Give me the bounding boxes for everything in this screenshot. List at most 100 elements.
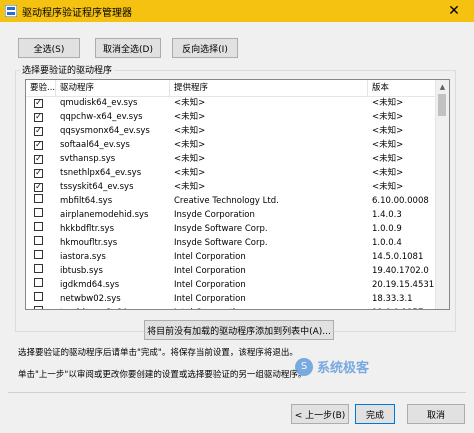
driver-version: 1.4.0.3 <box>372 210 402 220</box>
verify-checkbox[interactable] <box>34 278 43 287</box>
verify-checkbox[interactable] <box>34 306 43 309</box>
driver-name: airplanemodehid.sys <box>60 210 149 220</box>
verify-checkbox[interactable] <box>34 222 43 231</box>
driver-version: 19.40.1702.0 <box>372 266 429 276</box>
row-checkbox-cell <box>26 264 56 278</box>
table-row[interactable]: hkkbdfltr.sys Insyde Software Corp. 1.0.0.… <box>26 222 437 236</box>
driver-name: teedriverw8x64.sys <box>56 306 170 309</box>
provider-name: Intel Corporation <box>174 266 246 276</box>
driver-name: mbfilt64.sys <box>60 196 113 206</box>
table-row[interactable]: ibtusb.sys Intel Corporation 19.40.1702.0 <box>26 264 437 278</box>
driver-name: iastora.sys <box>60 252 106 262</box>
verify-checkbox[interactable] <box>34 236 43 245</box>
provider-name: <未知> <box>174 154 206 164</box>
driver-name: qmudisk64_ev.sys <box>60 98 138 108</box>
list-rows: ✓ qmudisk64_ev.sys <未知> <未知> ✓ qqpchw-x64_ev.… <box>26 96 437 309</box>
table-row[interactable]: ✓ qqpchw-x64_ev.sys <未知> <未知> <box>26 110 437 124</box>
driver-name: hkmoufltr.sys <box>60 238 118 248</box>
driver-version: 1.0.0.4 <box>372 238 402 248</box>
verify-checkbox[interactable] <box>34 194 43 203</box>
verify-checkbox[interactable]: ✓ <box>34 168 43 178</box>
title-bar: 驱动程序验证程序管理器 ✕ <box>0 0 474 22</box>
driver-version: 11.0.0.1157 <box>368 306 437 309</box>
driver-version: 6.10.00.0008 <box>372 196 429 206</box>
driver-version: <未知> <box>372 98 404 108</box>
table-row[interactable]: ✓ svthansp.sys <未知> <未知> <box>26 152 437 166</box>
table-row[interactable]: ✓ tsnethlpx64_ev.sys <未知> <未知> <box>26 166 437 180</box>
scroll-thumb[interactable] <box>438 94 446 116</box>
provider-name: <未知> <box>174 182 206 192</box>
scroll-up-icon[interactable]: ▲ <box>436 80 449 93</box>
verify-checkbox[interactable]: ✓ <box>34 112 43 122</box>
back-button[interactable]: < 上一步(B) <box>291 404 349 424</box>
table-row[interactable]: ✓ qqsysmonx64_ev.sys <未知> <未知> <box>26 124 437 138</box>
invert-selection-button[interactable]: 反向选择(I) <box>172 38 238 58</box>
row-checkbox-cell: ✓ <box>26 138 56 152</box>
table-row[interactable]: teedriverw8x64.sysIntel Corporation11.0.… <box>26 306 437 309</box>
table-row[interactable]: hkmoufltr.sys Insyde Software Corp. 1.0.0.… <box>26 236 437 250</box>
app-icon <box>5 5 17 17</box>
verify-checkbox[interactable]: ✓ <box>34 140 43 150</box>
finish-button[interactable]: 完成 <box>355 404 395 424</box>
row-checkbox-cell <box>26 306 56 309</box>
provider-name: Intel Corporation <box>174 294 246 304</box>
table-row[interactable]: netwbw02.sys Intel Corporation 18.33.3.1 <box>26 292 437 306</box>
row-checkbox-cell <box>26 208 56 222</box>
verify-checkbox[interactable]: ✓ <box>34 126 43 136</box>
driver-version: 1.0.0.9 <box>372 224 402 234</box>
watermark: S 系统极客 <box>295 357 369 376</box>
driver-name: svthansp.sys <box>60 154 116 164</box>
driver-verifier-window: 驱动程序验证程序管理器 ✕ 全选(S) 取消全选(D) 反向选择(I) 选择要验… <box>0 0 474 433</box>
column-header-verify[interactable]: 要验... <box>26 80 56 96</box>
driver-version: <未知> <box>372 182 404 192</box>
verify-checkbox[interactable] <box>34 208 43 217</box>
vertical-scrollbar[interactable]: ▲ <box>435 80 449 309</box>
driver-list[interactable]: 要验... 驱动程序 提供程序 版本 ✓ qmudisk64_ev.sys <未知>… <box>25 79 450 310</box>
row-checkbox-cell <box>26 222 56 236</box>
verify-checkbox[interactable]: ✓ <box>34 182 43 192</box>
table-row[interactable]: mbfilt64.sys Creative Technology Ltd. 6.10… <box>26 194 437 208</box>
driver-name: tssyskit64_ev.sys <box>60 182 134 192</box>
table-row[interactable]: iastora.sys Intel Corporation 14.5.0.1081 <box>26 250 437 264</box>
verify-checkbox[interactable]: ✓ <box>34 154 43 164</box>
provider-name: Insyde Software Corp. <box>174 238 268 248</box>
provider-name: <未知> <box>174 126 206 136</box>
add-unloaded-drivers-button[interactable]: 将目前没有加载的驱动程序添加到列表中(A)... <box>144 320 334 340</box>
close-icon[interactable]: ✕ <box>434 0 474 22</box>
table-row[interactable]: igdkmd64.sys Intel Corporation 20.19.15.45… <box>26 278 437 292</box>
row-checkbox-cell: ✓ <box>26 180 56 194</box>
row-checkbox-cell: ✓ <box>26 96 56 110</box>
list-header: 要验... 驱动程序 提供程序 版本 <box>26 80 437 97</box>
provider-name: <未知> <box>174 98 206 108</box>
verify-checkbox[interactable] <box>34 264 43 273</box>
driver-name: ibtusb.sys <box>60 266 103 276</box>
column-header-provider[interactable]: 提供程序 <box>170 80 368 96</box>
column-header-version[interactable]: 版本 <box>368 80 437 96</box>
table-row[interactable]: ✓ qmudisk64_ev.sys <未知> <未知> <box>26 96 437 110</box>
row-checkbox-cell <box>26 236 56 250</box>
verify-checkbox[interactable] <box>34 250 43 259</box>
table-row[interactable]: ✓ softaal64_ev.sys <未知> <未知> <box>26 138 437 152</box>
table-row[interactable]: ✓ tssyskit64_ev.sys <未知> <未知> <box>26 180 437 194</box>
watermark-logo-icon: S <box>295 357 313 376</box>
provider-name: Insyde Software Corp. <box>174 224 268 234</box>
table-row[interactable]: airplanemodehid.sys Insyde Corporation 1.4… <box>26 208 437 222</box>
column-header-driver[interactable]: 驱动程序 <box>56 80 170 96</box>
deselect-all-button[interactable]: 取消全选(D) <box>95 38 161 58</box>
driver-version: <未知> <box>372 126 404 136</box>
driver-name: softaal64_ev.sys <box>60 140 130 150</box>
cancel-button[interactable]: 取消 <box>407 404 465 424</box>
row-checkbox-cell <box>26 250 56 264</box>
verify-checkbox[interactable]: ✓ <box>34 98 43 108</box>
row-checkbox-cell: ✓ <box>26 124 56 138</box>
provider-name: <未知> <box>174 112 206 122</box>
driver-version: 14.5.0.1081 <box>372 252 424 262</box>
select-all-button[interactable]: 全选(S) <box>18 38 80 58</box>
driver-version: <未知> <box>372 112 404 122</box>
driver-version: <未知> <box>372 168 404 178</box>
driver-name: tsnethlpx64_ev.sys <box>60 168 142 178</box>
driver-name: igdkmd64.sys <box>60 280 120 290</box>
verify-checkbox[interactable] <box>34 292 43 301</box>
watermark-text: 系统极客 <box>317 361 370 376</box>
driver-name: qqsysmonx64_ev.sys <box>60 126 150 136</box>
